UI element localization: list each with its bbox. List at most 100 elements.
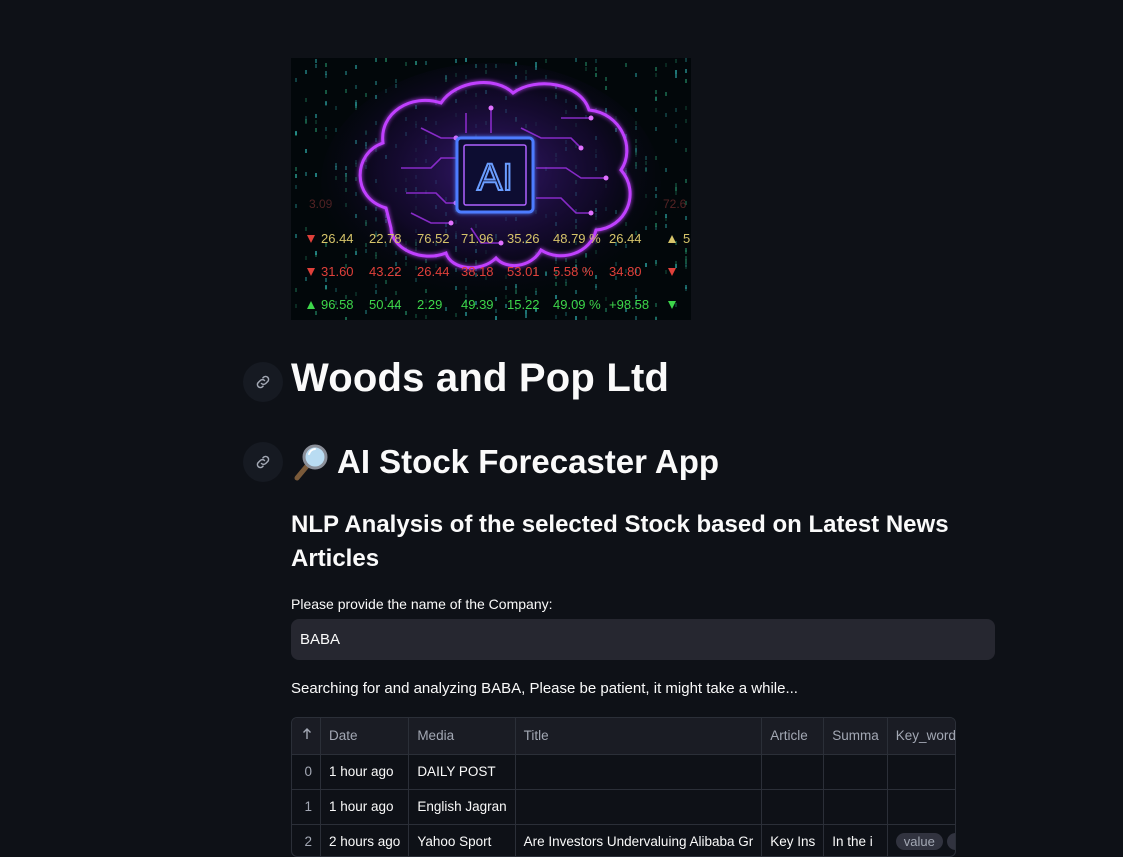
rain-dot xyxy=(555,315,557,319)
ticker-value: 5.58 % xyxy=(553,264,594,279)
table-row[interactable]: 2 2 hours ago Yahoo Sport Are Investors … xyxy=(292,824,955,856)
rain-dot xyxy=(685,285,687,289)
rain-dot xyxy=(315,59,317,63)
cell-key-words[interactable] xyxy=(887,754,955,790)
rain-dot xyxy=(345,71,347,75)
cell-article[interactable]: Key Ins xyxy=(761,824,825,856)
rain-dot xyxy=(295,167,297,171)
ticker-value: 5 xyxy=(683,231,690,246)
rain-dot xyxy=(315,114,317,118)
ticker-value: 35.26 xyxy=(507,231,540,246)
column-header-media[interactable]: Media xyxy=(408,718,516,755)
app-title-text: AI Stock Forecaster App xyxy=(337,443,720,480)
rain-dot xyxy=(585,67,587,71)
rain-dot xyxy=(685,148,687,152)
cell-key-words[interactable]: valuerat xyxy=(887,824,955,856)
cell-title[interactable]: Are Investors Undervaluing Alibaba Gr xyxy=(515,824,763,856)
rain-dot xyxy=(325,63,327,67)
cell-summary[interactable]: In the i xyxy=(823,824,888,856)
table-header-row: Date Media Title Article Summa Key_words xyxy=(292,718,955,755)
rain-dot xyxy=(675,303,677,307)
rain-dot xyxy=(295,234,297,238)
rain-dot xyxy=(605,297,607,301)
cell-article[interactable] xyxy=(761,754,825,790)
rain-dot xyxy=(685,69,687,73)
rain-dot xyxy=(305,149,307,153)
rain-dot xyxy=(685,79,687,83)
rain-dot xyxy=(425,61,427,65)
rain-dot xyxy=(445,307,447,311)
table-row[interactable]: 1 1 hour ago English Jagran xyxy=(292,789,955,825)
column-header-key-words[interactable]: Key_words xyxy=(887,718,955,755)
row-index: 0 xyxy=(292,754,321,790)
table-row[interactable]: 0 1 hour ago DAILY POST xyxy=(292,754,955,790)
ticker-value: 76.52 xyxy=(417,231,450,246)
rain-dot xyxy=(665,168,667,172)
cell-media[interactable]: DAILY POST xyxy=(408,754,516,790)
rain-dot xyxy=(675,187,677,191)
cell-summary[interactable] xyxy=(823,789,888,825)
rain-dot xyxy=(295,131,297,135)
company-input-label: Please provide the name of the Company: xyxy=(291,596,553,612)
rain-dot xyxy=(455,313,457,317)
cell-title[interactable] xyxy=(515,789,763,825)
ai-chip-label: AI xyxy=(477,157,513,199)
rain-dot xyxy=(575,290,577,294)
cell-media[interactable]: Yahoo Sport xyxy=(408,824,516,856)
cell-key-words[interactable] xyxy=(887,789,955,825)
rain-dot xyxy=(675,261,677,265)
rain-dot xyxy=(315,311,317,315)
column-header-summary[interactable]: Summa xyxy=(823,718,888,755)
ticker-value: 2.29 xyxy=(417,297,442,312)
index-sort-header[interactable] xyxy=(292,718,321,755)
news-dataframe[interactable]: Date Media Title Article Summa Key_words… xyxy=(291,717,956,857)
rain-dot xyxy=(295,174,297,178)
rain-dot xyxy=(465,312,467,316)
rain-dot xyxy=(675,124,677,128)
company-input[interactable] xyxy=(291,619,995,660)
link-icon xyxy=(256,455,270,469)
rain-dot xyxy=(355,65,357,69)
title-anchor-link[interactable] xyxy=(243,362,283,402)
cell-title[interactable] xyxy=(515,754,763,790)
rain-dot xyxy=(655,90,657,94)
rain-dot xyxy=(685,216,687,220)
rain-dot xyxy=(685,179,687,183)
link-icon xyxy=(256,375,270,389)
app-title-anchor-link[interactable] xyxy=(243,442,283,482)
rain-dot xyxy=(365,310,367,314)
app-title: AI Stock Forecaster App xyxy=(291,442,719,482)
rain-dot xyxy=(575,316,577,320)
cell-date[interactable]: 2 hours ago xyxy=(320,824,410,856)
column-header-article[interactable]: Article xyxy=(761,718,825,755)
rain-dot xyxy=(655,316,657,320)
rain-dot xyxy=(585,316,587,320)
ticker-value: 96.58 xyxy=(321,297,354,312)
column-header-date[interactable]: Date xyxy=(320,718,410,755)
rain-dot xyxy=(305,70,307,74)
cell-summary[interactable] xyxy=(823,754,888,790)
column-header-title[interactable]: Title xyxy=(515,718,763,755)
cell-media[interactable]: English Jagran xyxy=(408,789,516,825)
ticker-value: 26.44 xyxy=(321,231,354,246)
rain-dot xyxy=(365,93,367,97)
arrow-up-icon xyxy=(303,728,311,740)
rain-dot xyxy=(325,135,327,139)
rain-dot xyxy=(375,58,377,62)
ticker-value: 71.96 xyxy=(461,231,494,246)
ticker-value: +98.58 xyxy=(609,297,649,312)
rain-dot xyxy=(655,223,657,227)
cell-article[interactable] xyxy=(761,789,825,825)
rain-dot xyxy=(395,79,397,83)
rain-dot xyxy=(295,185,297,189)
rain-dot xyxy=(605,86,607,90)
rain-dot xyxy=(525,314,527,318)
cell-date[interactable]: 1 hour ago xyxy=(320,754,410,790)
row-index: 2 xyxy=(292,824,321,856)
rain-dot xyxy=(355,104,357,108)
hero-image: 3.09 72.6 AI 26.44 22.78 76.52 71.96 35.… xyxy=(291,58,691,320)
cell-date[interactable]: 1 hour ago xyxy=(320,789,410,825)
rain-dot xyxy=(465,58,467,62)
rain-dot xyxy=(335,128,337,132)
ticker-value: 26.44 xyxy=(609,231,642,246)
